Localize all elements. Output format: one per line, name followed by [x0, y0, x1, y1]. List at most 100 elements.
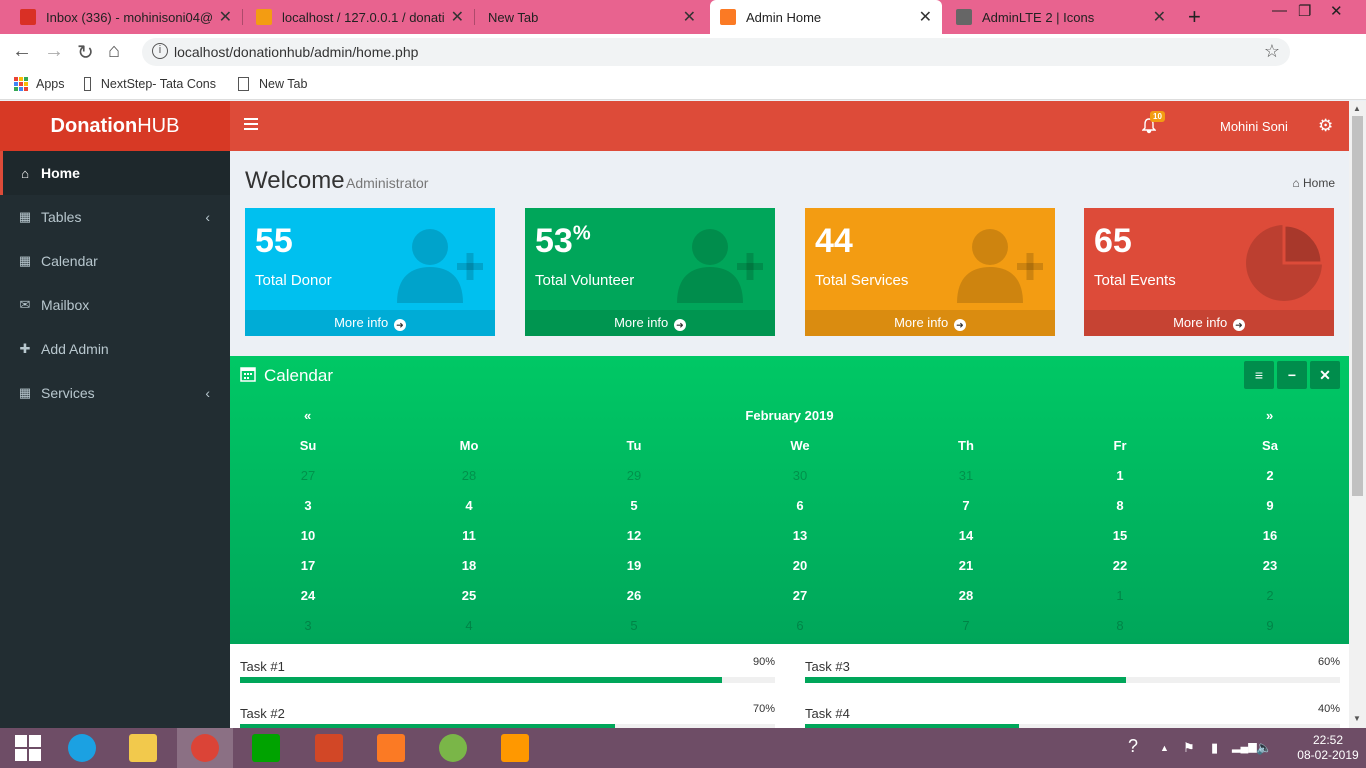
browser-tab[interactable]: Admin Home ✕: [710, 0, 942, 34]
calendar-day[interactable]: 18: [439, 558, 499, 573]
bookmark-nextstep[interactable]: NextStep- Tata Cons: [84, 77, 216, 91]
calendar-day[interactable]: 7: [936, 618, 996, 633]
battery-icon[interactable]: ▮: [1211, 740, 1218, 756]
calendar-day[interactable]: 2: [1240, 468, 1300, 483]
calendar-day[interactable]: 10: [278, 528, 338, 543]
minimize-button[interactable]: —: [1272, 2, 1287, 19]
calendar-close-button[interactable]: ✕: [1310, 361, 1340, 389]
calendar-day[interactable]: 21: [936, 558, 996, 573]
calendar-day[interactable]: 2: [1240, 588, 1300, 603]
taskbar-app[interactable]: [238, 728, 294, 768]
calendar-day[interactable]: 25: [439, 588, 499, 603]
home-icon[interactable]: ⌂: [108, 40, 120, 63]
url-field[interactable]: i localhost/donationhub/admin/home.php ☆: [142, 38, 1290, 66]
gears-icon[interactable]: ⚙: [1318, 116, 1333, 136]
more-info-link[interactable]: More info ➜: [1084, 310, 1334, 336]
calendar-day[interactable]: 27: [278, 468, 338, 483]
sidebar-item-tables[interactable]: ▦ Tables ‹: [0, 195, 230, 239]
calendar-day[interactable]: 11: [439, 528, 499, 543]
scroll-up-icon[interactable]: ▲: [1353, 104, 1361, 113]
sidebar-item-add-admin[interactable]: ✚ Add Admin: [0, 327, 230, 371]
breadcrumb[interactable]: ⌂ Home: [1292, 176, 1335, 190]
calendar-day[interactable]: 24: [278, 588, 338, 603]
calendar-day[interactable]: 26: [604, 588, 664, 603]
taskbar-app[interactable]: [487, 728, 543, 768]
scroll-down-icon[interactable]: ▼: [1353, 714, 1361, 723]
taskbar-app[interactable]: [177, 728, 233, 768]
browser-tab[interactable]: Inbox (336) - mohinisoni04@gm ✕: [10, 0, 242, 34]
close-tab-icon[interactable]: ✕: [683, 7, 696, 27]
calendar-prev-button[interactable]: «: [304, 408, 311, 423]
calendar-day[interactable]: 29: [604, 468, 664, 483]
taskbar-app[interactable]: [363, 728, 419, 768]
close-tab-icon[interactable]: ✕: [219, 7, 232, 27]
more-info-link[interactable]: More info ➜: [805, 310, 1055, 336]
bookmark-new-tab[interactable]: New Tab: [238, 77, 307, 91]
calendar-next-button[interactable]: »: [1266, 408, 1273, 423]
sidebar-item-calendar[interactable]: ▦ Calendar: [0, 239, 230, 283]
browser-tab[interactable]: New Tab ✕: [478, 0, 706, 34]
calendar-day[interactable]: 6: [770, 498, 830, 513]
browser-tab[interactable]: localhost / 127.0.0.1 / donation_ ✕: [246, 0, 474, 34]
calendar-day[interactable]: 1: [1090, 468, 1150, 483]
calendar-day[interactable]: 5: [604, 618, 664, 633]
close-tab-icon[interactable]: ✕: [1153, 7, 1166, 27]
calendar-day[interactable]: 31: [936, 468, 996, 483]
forward-icon[interactable]: →: [44, 40, 64, 63]
maximize-button[interactable]: ❐: [1298, 2, 1311, 20]
calendar-day[interactable]: 19: [604, 558, 664, 573]
calendar-menu-button[interactable]: ≡: [1244, 361, 1274, 389]
start-button[interactable]: [0, 728, 56, 768]
flag-icon[interactable]: ⚑: [1183, 740, 1195, 756]
calendar-day[interactable]: 23: [1240, 558, 1300, 573]
calendar-day[interactable]: 30: [770, 468, 830, 483]
clock[interactable]: 22:52 08-02-2019: [1296, 733, 1360, 763]
volume-icon[interactable]: 🔈: [1256, 740, 1272, 756]
more-info-link[interactable]: More info ➜: [525, 310, 775, 336]
calendar-day[interactable]: 16: [1240, 528, 1300, 543]
sidebar-item-home[interactable]: ⌂ Home: [0, 151, 230, 195]
calendar-day[interactable]: 13: [770, 528, 830, 543]
help-icon[interactable]: ?: [1128, 736, 1138, 757]
calendar-day[interactable]: 28: [439, 468, 499, 483]
calendar-day[interactable]: 14: [936, 528, 996, 543]
more-info-link[interactable]: More info ➜: [245, 310, 495, 336]
calendar-day[interactable]: 3: [278, 618, 338, 633]
calendar-day[interactable]: 22: [1090, 558, 1150, 573]
sidebar-item-mailbox[interactable]: ✉ Mailbox: [0, 283, 230, 327]
taskbar-app[interactable]: [54, 728, 110, 768]
sidebar-toggle-icon[interactable]: [244, 118, 258, 130]
calendar-day[interactable]: 7: [936, 498, 996, 513]
calendar-day[interactable]: 17: [278, 558, 338, 573]
calendar-day[interactable]: 9: [1240, 618, 1300, 633]
calendar-day[interactable]: 28: [936, 588, 996, 603]
scrollbar-thumb[interactable]: [1352, 116, 1363, 496]
tray-expand-icon[interactable]: ▲: [1160, 743, 1169, 753]
page-scrollbar[interactable]: ▲ ▼: [1349, 101, 1366, 728]
back-icon[interactable]: ←: [12, 40, 32, 63]
calendar-day[interactable]: 9: [1240, 498, 1300, 513]
bookmark-star-icon[interactable]: ☆: [1264, 41, 1280, 62]
calendar-collapse-button[interactable]: −: [1277, 361, 1307, 389]
calendar-day[interactable]: 5: [604, 498, 664, 513]
app-logo[interactable]: DonationHUB: [0, 101, 230, 151]
calendar-day[interactable]: 1: [1090, 588, 1150, 603]
calendar-day[interactable]: 20: [770, 558, 830, 573]
network-icon[interactable]: ▂▄▆: [1232, 740, 1257, 753]
bookmark-apps[interactable]: Apps: [14, 77, 65, 91]
close-tab-icon[interactable]: ✕: [451, 7, 464, 27]
calendar-day[interactable]: 8: [1090, 498, 1150, 513]
calendar-day[interactable]: 4: [439, 618, 499, 633]
calendar-day[interactable]: 4: [439, 498, 499, 513]
browser-tab[interactable]: AdminLTE 2 | Icons ✕: [946, 0, 1176, 34]
calendar-day[interactable]: 6: [770, 618, 830, 633]
reload-icon[interactable]: ↻: [77, 40, 94, 65]
new-tab-button[interactable]: +: [1188, 4, 1201, 30]
calendar-day[interactable]: 27: [770, 588, 830, 603]
calendar-day[interactable]: 8: [1090, 618, 1150, 633]
site-info-icon[interactable]: i: [152, 43, 168, 59]
calendar-day[interactable]: 15: [1090, 528, 1150, 543]
taskbar-app[interactable]: [115, 728, 171, 768]
close-window-button[interactable]: ✕: [1330, 2, 1343, 20]
calendar-day[interactable]: 12: [604, 528, 664, 543]
